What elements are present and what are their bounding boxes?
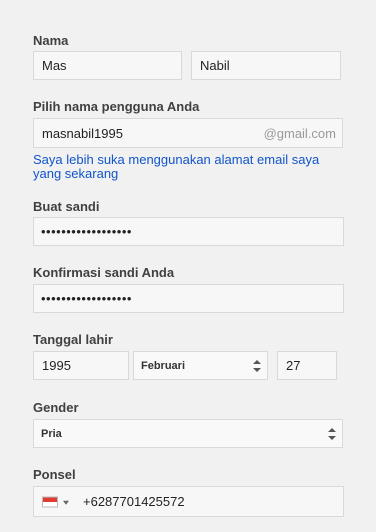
username-input[interactable]: masnabil1995 @gmail.com [33,118,343,148]
gender-select[interactable]: Pria [33,419,343,448]
phone-input[interactable]: +6287701425572 [33,486,344,517]
birth-day-value: 27 [286,358,301,373]
first-name-input[interactable]: Mas [33,51,182,80]
birth-year-input[interactable]: 1995 [33,351,129,380]
gender-value: Pria [41,427,62,440]
use-existing-email-link[interactable]: Saya lebih suka menggunakan alamat email… [33,153,333,181]
phone-label: Ponsel [33,467,76,482]
indonesia-flag-icon[interactable] [42,496,58,507]
select-arrows-icon [253,359,261,372]
birthdate-label: Tanggal lahir [33,332,113,347]
first-name-value: Mas [42,58,67,73]
confirm-password-label: Konfirmasi sandi Anda [33,265,175,280]
phone-value: +6287701425572 [83,494,185,509]
gender-label: Gender [33,400,79,415]
password-label: Buat sandi [33,199,100,214]
birth-day-input[interactable]: 27 [277,351,337,380]
last-name-input[interactable]: Nabil [191,51,341,80]
birth-month-select[interactable]: Februari [133,351,268,380]
password-input[interactable]: •••••••••••••••••• [33,217,344,246]
birth-year-value: 1995 [42,358,71,373]
confirm-password-input[interactable]: •••••••••••••••••• [33,284,344,313]
username-value: masnabil1995 [42,125,123,141]
select-arrows-icon [328,427,336,440]
confirm-password-value: •••••••••••••••••• [41,291,132,306]
chevron-down-icon[interactable] [63,500,69,505]
last-name-value: Nabil [200,58,230,73]
name-label: Nama [33,33,69,48]
gmail-suffix: @gmail.com [263,125,336,141]
birth-month-value: Februari [141,359,186,372]
username-label: Pilih nama pengguna Anda [33,99,200,114]
password-value: •••••••••••••••••• [41,224,132,239]
